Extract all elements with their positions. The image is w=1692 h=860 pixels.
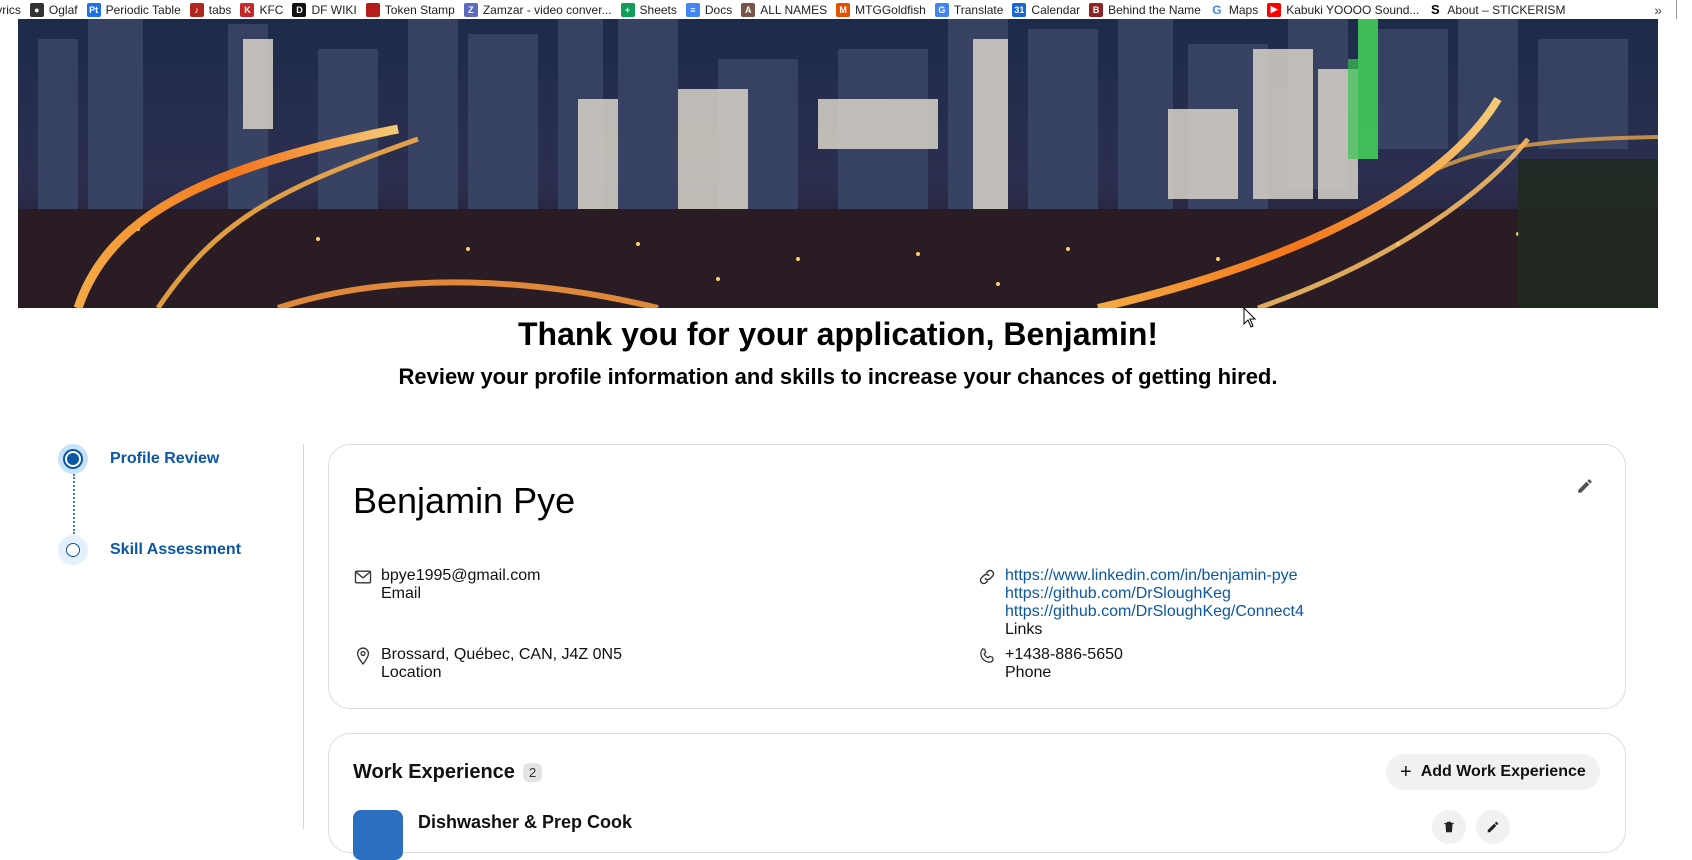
link-linkedin[interactable]: https://www.linkedin.com/in/benjamin-pye <box>1005 567 1304 585</box>
email-info: bpye1995@gmail.com Email <box>353 567 540 603</box>
link-github-connect4[interactable]: https://github.com/DrSloughKeg/Connect4 <box>1005 603 1304 621</box>
bookmark-translate[interactable]: G Translate <box>934 0 1013 19</box>
step-label: Skill Assessment <box>110 541 242 558</box>
calendar-icon: 31 <box>1012 2 1027 17</box>
mtggoldfish-icon: M <box>836 2 851 17</box>
job-title: Dishwasher & Prep Cook <box>418 812 633 832</box>
work-experience-card: Work Experience 2 + Add Work Experience … <box>328 733 1626 860</box>
phone-info: +1438-886-5650 Phone <box>977 646 1123 682</box>
bookmarks-bar: Lyrics ●Oglaf PtPeriodic Table ♪tabs KKF… <box>0 0 1692 19</box>
bookmark-calendar[interactable]: 31 Calendar <box>1012 0 1089 19</box>
translate-icon: G <box>934 2 949 17</box>
add-work-experience-label: Add Work Experience <box>1420 763 1586 780</box>
phone-value: +1438-886-5650 <box>1005 646 1123 663</box>
bookmark-stickerism[interactable]: S About – STICKERISM <box>1428 0 1574 19</box>
profile-card: Benjamin Pye bpye1995@gmail.com Email Br… <box>328 444 1626 709</box>
email-value: bpye1995@gmail.com <box>381 567 541 584</box>
phone-icon <box>980 648 994 663</box>
guitar-icon: ♪ <box>189 2 204 17</box>
bookmark-periodic-table[interactable]: Pt Periodic Table <box>86 0 190 19</box>
docs-icon: ≡ <box>685 2 700 17</box>
oglaf-icon: ● <box>29 2 44 17</box>
all-names-icon: A <box>741 2 756 17</box>
behind-the-name-icon: B <box>1089 2 1104 17</box>
bookmark-zamzar[interactable]: Z Zamzar - video conver... <box>463 0 621 19</box>
step-active-indicator-icon <box>58 444 88 474</box>
bookmark-sheets[interactable]: + Sheets <box>620 0 686 19</box>
bookmark-lyrics[interactable]: Lyrics <box>0 0 30 19</box>
bookmark-token-stamp[interactable]: Token Stamp <box>365 0 464 19</box>
step-connector <box>73 474 75 534</box>
envelope-icon <box>354 570 372 584</box>
bookmark-maps[interactable]: G Maps <box>1209 0 1267 19</box>
links-info: https://www.linkedin.com/in/benjamin-pye… <box>977 567 1304 639</box>
links-caption: Links <box>1005 621 1043 638</box>
edit-profile-button[interactable] <box>1572 473 1598 499</box>
step-profile-review[interactable]: Profile Review <box>58 444 219 474</box>
location-caption: Location <box>381 664 442 681</box>
step-skill-assessment[interactable]: Skill Assessment <box>58 535 241 565</box>
work-experience-count-badge: 2 <box>522 763 543 782</box>
kfc-icon: K <box>240 2 255 17</box>
page-subtitle: Review your profile information and skil… <box>398 364 1278 389</box>
location-value: Brossard, Québec, CAN, J4Z 0N5 <box>381 646 622 663</box>
more-bookmarks-chevron-icon[interactable]: » <box>1646 0 1662 19</box>
trash-icon <box>1444 821 1454 833</box>
application-stepper: Profile Review Skill Assessment <box>58 444 298 584</box>
add-work-experience-button[interactable]: + Add Work Experience <box>1386 754 1600 790</box>
work-experience-title: Work Experience <box>353 761 515 783</box>
youtube-icon: ▶ <box>1267 2 1282 17</box>
pencil-icon <box>1578 479 1592 493</box>
bookmark-docs[interactable]: ≡ Docs <box>685 0 741 19</box>
bookmark-kfc[interactable]: K KFC <box>240 0 292 19</box>
phone-caption: Phone <box>1005 664 1052 681</box>
email-caption: Email <box>381 585 422 602</box>
df-wiki-icon: D <box>292 2 307 17</box>
bookmark-tabs[interactable]: ♪ tabs <box>189 0 241 19</box>
step-pending-indicator-icon <box>58 535 88 565</box>
pencil-icon <box>1487 821 1499 833</box>
bookmark-all-names[interactable]: A ALL NAMES <box>741 0 836 19</box>
periodic-table-icon: Pt <box>86 2 101 17</box>
bookmark-mtggoldfish[interactable]: M MTGGoldfish <box>836 0 935 19</box>
token-stamp-icon <box>365 2 380 17</box>
vertical-divider <box>303 444 304 829</box>
link-github[interactable]: https://github.com/DrSloughKeg <box>1005 585 1304 603</box>
location-info: Brossard, Québec, CAN, J4Z 0N5 Location <box>353 646 622 682</box>
step-label: Profile Review <box>110 450 220 467</box>
edit-job-button[interactable] <box>1476 810 1510 844</box>
link-icon <box>979 569 995 585</box>
banner-image <box>18 19 1658 308</box>
bookmark-df-wiki[interactable]: D DF WIKI <box>292 0 365 19</box>
bookmark-oglaf[interactable]: ● Oglaf <box>29 0 87 19</box>
job-company-logo <box>353 810 403 860</box>
city-skyline-illustration <box>18 19 1658 308</box>
work-experience-heading: Work Experience 2 <box>353 761 543 784</box>
zamzar-icon: Z <box>463 2 478 17</box>
page-title: Thank you for your application, Benjamin… <box>517 316 1159 352</box>
window-edge <box>1676 0 1692 19</box>
bookmark-kabuki[interactable]: ▶ Kabuki YOOOO Sound... <box>1267 0 1428 19</box>
bookmark-behind-the-name[interactable]: B Behind the Name <box>1089 0 1210 19</box>
profile-name: Benjamin Pye <box>353 480 576 521</box>
location-pin-icon <box>356 647 370 665</box>
sheets-icon: + <box>620 2 635 17</box>
plus-icon: + <box>1400 760 1412 783</box>
google-icon: G <box>1209 2 1224 17</box>
stickerism-icon: S <box>1428 2 1443 17</box>
delete-job-button[interactable] <box>1432 810 1466 844</box>
